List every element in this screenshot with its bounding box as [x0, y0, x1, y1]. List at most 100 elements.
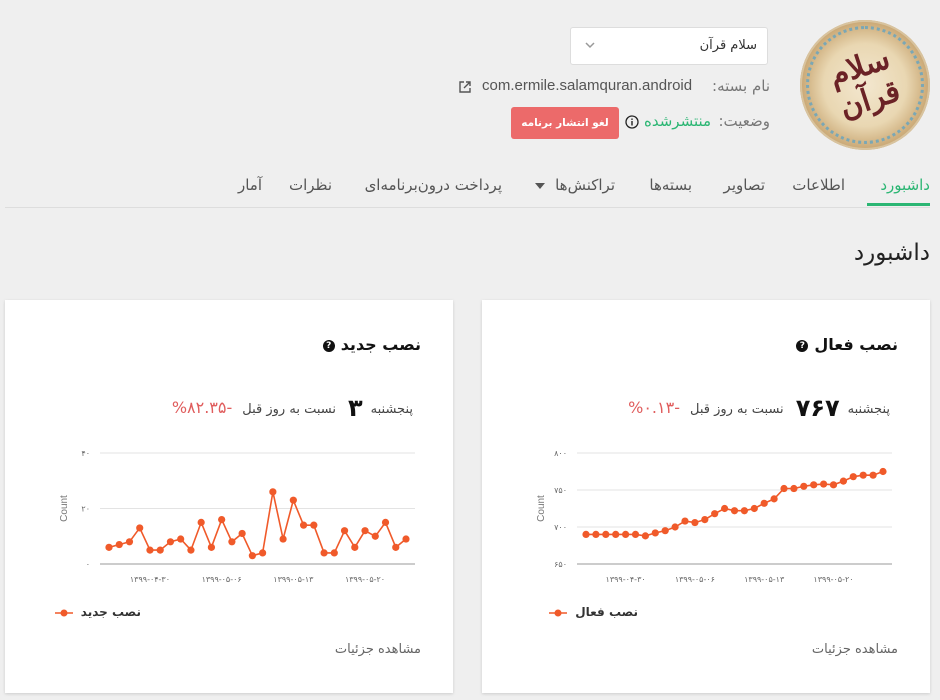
data-point — [790, 484, 798, 493]
data-point — [661, 527, 669, 535]
data-point — [248, 552, 256, 560]
data-point — [330, 549, 338, 557]
data-point — [730, 507, 739, 515]
data-point — [711, 510, 719, 518]
card-title: نصب فعال? — [796, 335, 898, 354]
data-point — [800, 482, 808, 490]
view-details-link[interactable]: مشاهده جزئیات — [812, 642, 898, 657]
info-icon[interactable] — [625, 115, 639, 129]
legend-marker-icon — [549, 609, 568, 616]
data-point — [760, 499, 768, 507]
app-select[interactable]: سلام قرآن — [570, 27, 768, 65]
external-link-icon[interactable] — [458, 80, 472, 94]
new-installs-card: نصب جدید? پنجشنبه ۳ نسبت به روز قبل -۸۲.۳۵%… — [5, 300, 453, 693]
y-axis-label: Count — [59, 495, 70, 522]
data-point — [218, 516, 226, 524]
data-point — [269, 488, 277, 496]
legend-marker-icon — [54, 609, 73, 616]
chart-legend[interactable]: نصب فعال — [549, 605, 638, 619]
unpublish-button[interactable]: لغو انتشار برنامه — [511, 107, 619, 139]
tab-dashboard[interactable]: داشبورد — [880, 176, 930, 194]
data-point — [859, 471, 867, 479]
page-title: داشبورد — [853, 240, 930, 266]
y-tick-label: ۸۰۰ — [554, 449, 567, 458]
data-point — [299, 521, 308, 529]
data-point — [197, 518, 205, 526]
y-axis-label: Count — [536, 495, 547, 522]
view-details-link[interactable]: مشاهده جزئیات — [335, 642, 421, 657]
stat-compare-label: نسبت به روز قبل — [242, 402, 336, 417]
data-point — [770, 495, 778, 503]
data-point — [681, 517, 689, 525]
data-point — [238, 529, 246, 538]
data-point — [340, 527, 349, 535]
stat-value: ۷۶۷ — [795, 394, 840, 422]
data-point — [651, 529, 659, 537]
chart-legend[interactable]: نصب جدید — [54, 605, 141, 619]
data-point — [136, 524, 144, 532]
data-point — [187, 546, 195, 554]
data-point — [829, 481, 838, 489]
data-point — [177, 535, 185, 543]
tab-stats[interactable]: آمار — [238, 176, 262, 194]
y-tick-label: ۰ — [86, 560, 90, 569]
data-point — [849, 473, 857, 481]
data-point — [259, 549, 267, 557]
tab-images[interactable]: تصاویر — [724, 176, 765, 194]
tab-transactions[interactable]: تراکنش‌ها — [555, 176, 615, 194]
data-point — [125, 538, 134, 546]
chevron-down-icon — [585, 42, 595, 49]
package-name: com.ermile.salamquran.android — [482, 77, 693, 94]
legend-label: نصب جدید — [80, 605, 141, 619]
data-point — [721, 504, 729, 513]
x-tick-label: ۱۳۹۹-۰۴-۳۰ — [130, 575, 170, 584]
x-tick-label: ۱۳۹۹-۰۴-۳۰ — [606, 575, 646, 584]
tab-in-app-payment[interactable]: پرداخت درون‌برنامه‌ای — [365, 176, 502, 194]
data-point — [869, 471, 877, 479]
help-icon[interactable]: ? — [322, 339, 335, 352]
data-point — [750, 504, 758, 513]
x-tick-label: ۱۳۹۹-۰۵-۰۶ — [202, 575, 242, 584]
caret-down-icon[interactable] — [535, 183, 545, 189]
card-title-text: نصب جدید — [340, 335, 421, 354]
data-point — [402, 535, 410, 543]
data-point — [820, 480, 828, 488]
legend-label: نصب فعال — [575, 605, 638, 619]
data-point — [701, 516, 709, 524]
series-line — [108, 491, 407, 557]
tab-reviews[interactable]: نظرات — [289, 176, 332, 194]
stat-day: پنجشنبه — [370, 402, 413, 417]
data-point — [592, 530, 600, 538]
data-point — [279, 535, 287, 543]
data-point — [392, 543, 400, 551]
data-point — [289, 496, 297, 504]
x-tick-label: ۱۳۹۹-۰۵-۲۰ — [345, 575, 385, 584]
data-point — [641, 532, 649, 540]
tabs-divider — [5, 207, 930, 208]
data-point — [582, 530, 590, 538]
data-point — [691, 518, 699, 527]
tab-bar: داشبورد اطلاعات تصاویر بسته‌ها تراکنش‌ها… — [0, 168, 940, 208]
y-tick-label: ۲۰ — [81, 505, 90, 514]
stat-compare-label: نسبت به روز قبل — [689, 402, 784, 417]
data-point — [166, 538, 175, 546]
data-point — [602, 530, 610, 538]
active-tab-indicator — [867, 203, 930, 206]
data-point — [156, 546, 164, 554]
data-point — [879, 467, 887, 476]
tab-info[interactable]: اطلاعات — [792, 176, 845, 194]
app-select-value: سلام قرآن — [699, 38, 757, 53]
data-point — [207, 543, 216, 551]
x-tick-label: ۱۳۹۹-۰۵-۰۶ — [675, 575, 715, 584]
data-point — [228, 538, 236, 546]
data-point — [810, 481, 818, 489]
help-icon[interactable]: ? — [796, 339, 809, 352]
series-line — [586, 470, 884, 537]
data-point — [371, 532, 379, 540]
data-point — [740, 507, 748, 515]
tab-packages[interactable]: بسته‌ها — [649, 176, 692, 194]
data-point — [631, 530, 640, 538]
data-point — [351, 543, 359, 551]
y-tick-label: ۴۰ — [81, 449, 90, 458]
data-point — [320, 549, 328, 557]
